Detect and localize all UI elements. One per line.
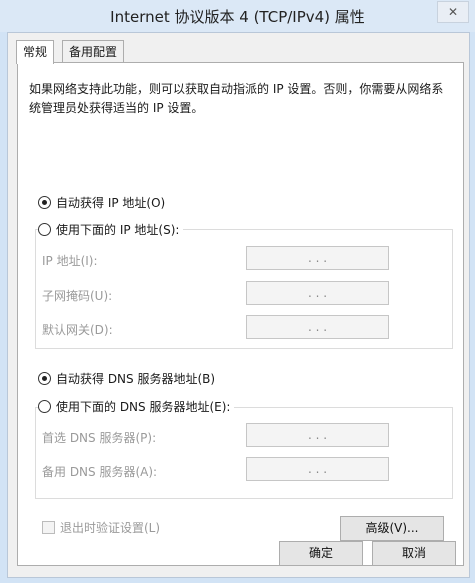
- checkbox-icon: [42, 521, 55, 534]
- default-gateway-label: 默认网关(D):: [42, 323, 113, 337]
- advanced-button[interactable]: 高级(V)...: [340, 516, 444, 541]
- window-title: Internet 协议版本 4 (TCP/IPv4) 属性: [110, 8, 365, 26]
- alternate-dns-label: 备用 DNS 服务器(A):: [42, 465, 158, 479]
- preferred-dns-label: 首选 DNS 服务器(P):: [42, 431, 157, 445]
- validate-on-exit-checkbox: 退出时验证设置(L): [42, 519, 160, 536]
- manual-dns-label: 使用下面的 DNS 服务器地址(E):: [56, 400, 231, 414]
- dns-group-box: [35, 407, 453, 499]
- default-gateway-field: . . .: [246, 315, 389, 339]
- ok-button[interactable]: 确定: [279, 541, 363, 566]
- validate-on-exit-label: 退出时验证设置(L): [60, 521, 161, 535]
- description-text: 如果网络支持此功能，则可以获取自动指派的 IP 设置。否则，你需要从网络系统管理…: [29, 82, 444, 115]
- radio-selected-icon: [38, 196, 51, 209]
- radio-unselected-icon: [38, 223, 51, 236]
- manual-ip-label: 使用下面的 IP 地址(S):: [56, 223, 180, 237]
- tab-alternate-config[interactable]: 备用配置: [62, 40, 125, 63]
- ip-address-label: IP 地址(I):: [42, 254, 98, 268]
- radio-selected-icon: [38, 372, 51, 385]
- radio-unselected-icon: [38, 400, 51, 413]
- auto-dns-label: 自动获得 DNS 服务器地址(B): [56, 372, 216, 386]
- manual-ip-radio[interactable]: 使用下面的 IP 地址(S):: [38, 221, 184, 238]
- auto-ip-radio[interactable]: 自动获得 IP 地址(O): [38, 194, 170, 211]
- subnet-mask-label: 子网掩码(U):: [42, 289, 113, 303]
- general-panel: 如果网络支持此功能，则可以获取自动指派的 IP 设置。否则，你需要从网络系统管理…: [17, 62, 464, 566]
- alternate-dns-field: . . .: [246, 457, 389, 481]
- title-bar: Internet 协议版本 4 (TCP/IPv4) 属性 ✕: [0, 0, 475, 32]
- close-button[interactable]: ✕: [437, 1, 469, 23]
- subnet-mask-field: . . .: [246, 281, 389, 305]
- cancel-button[interactable]: 取消: [372, 541, 456, 566]
- auto-dns-radio[interactable]: 自动获得 DNS 服务器地址(B): [38, 370, 220, 387]
- dialog-client: 常规 备用配置 如果网络支持此功能，则可以获取自动指派的 IP 设置。否则，你需…: [7, 32, 470, 578]
- auto-ip-label: 自动获得 IP 地址(O): [56, 196, 166, 210]
- tab-general[interactable]: 常规: [16, 40, 55, 64]
- ip-address-field: . . .: [246, 246, 389, 270]
- manual-dns-radio[interactable]: 使用下面的 DNS 服务器地址(E):: [38, 398, 235, 415]
- preferred-dns-field: . . .: [246, 423, 389, 447]
- close-icon: ✕: [447, 5, 459, 19]
